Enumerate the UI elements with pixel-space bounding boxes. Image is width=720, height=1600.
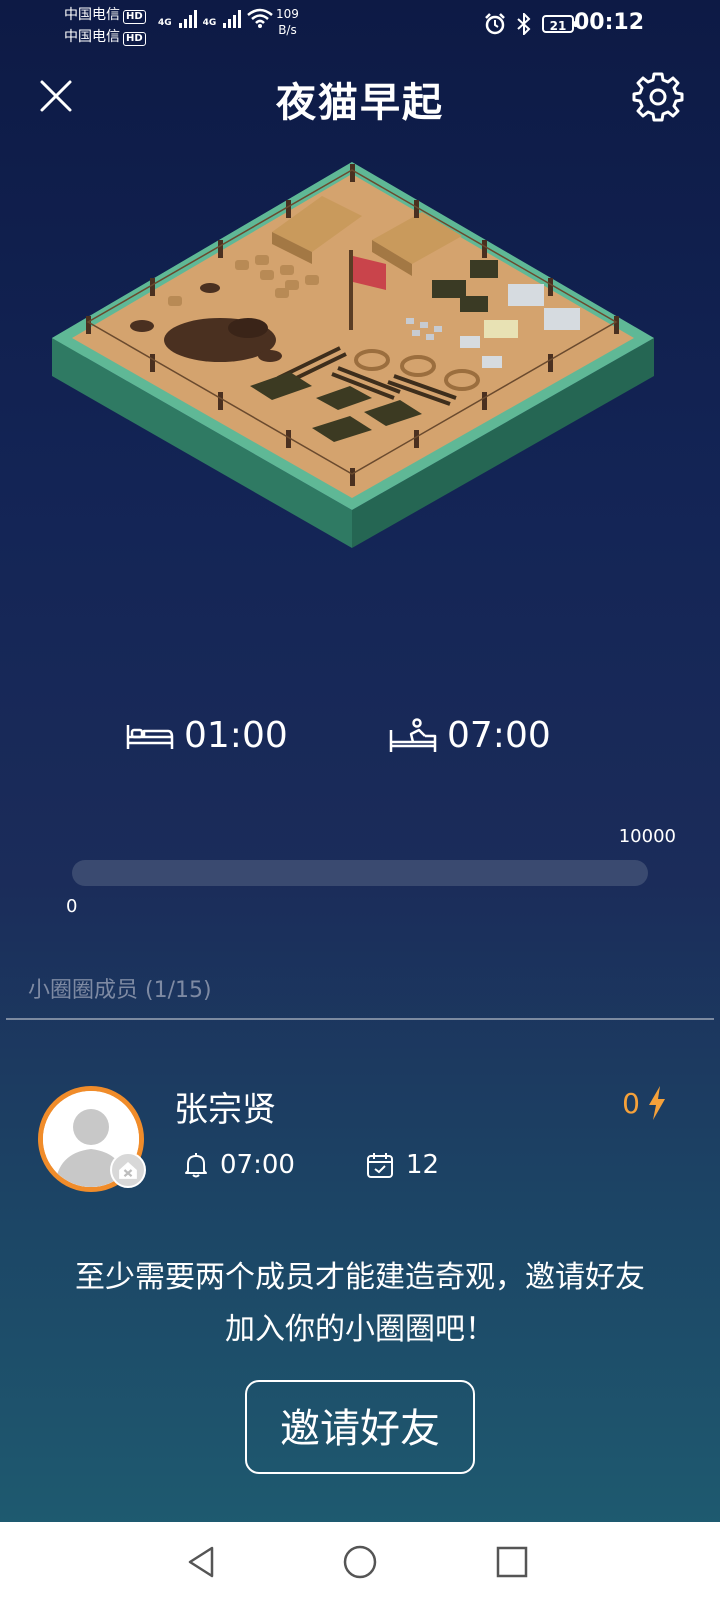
bedtime: 01:00 bbox=[126, 715, 288, 756]
signal-icon bbox=[223, 10, 242, 28]
home-circle-icon[interactable] bbox=[338, 1540, 382, 1584]
recent-apps-square-icon[interactable] bbox=[490, 1540, 534, 1584]
construction-site-illustration bbox=[52, 162, 654, 548]
member-energy: 0 bbox=[622, 1086, 666, 1120]
bluetooth-icon bbox=[517, 13, 531, 35]
bell-icon bbox=[185, 1153, 207, 1178]
hd-badge: HD bbox=[123, 32, 146, 46]
signal-icon bbox=[178, 10, 197, 28]
wifi-icon bbox=[247, 8, 274, 28]
member-alarm: 07:00 bbox=[184, 1150, 295, 1180]
sleep-schedule: 01:00 07:00 bbox=[0, 715, 720, 765]
members-heading: 小圈圈成员 (1/15) bbox=[28, 978, 212, 1003]
invite-message-line-1: 至少需要两个成员才能建造奇观，邀请好友 bbox=[75, 1260, 645, 1295]
member-checkin-days: 12 bbox=[366, 1150, 439, 1180]
invite-message: 至少需要两个成员才能建造奇观，邀请好友 加入你的小圈圈吧！ bbox=[36, 1252, 684, 1356]
gear-icon[interactable] bbox=[632, 70, 684, 122]
member-name: 张宗贤 bbox=[174, 1090, 276, 1130]
carrier-info: 中国电信 HD 中国电信 HD bbox=[64, 4, 146, 48]
network-speed-unit: B/s bbox=[278, 23, 297, 37]
lightning-icon bbox=[649, 1086, 665, 1120]
invite-friends-button[interactable]: 邀请好友 bbox=[245, 1380, 475, 1474]
wake-time: 07:00 bbox=[389, 715, 551, 756]
bed-icon bbox=[126, 724, 174, 749]
divider bbox=[6, 1018, 714, 1020]
carrier-name-1: 中国电信 bbox=[64, 7, 120, 23]
system-nav-bar bbox=[0, 1522, 720, 1600]
owner-house-icon bbox=[110, 1152, 146, 1188]
member-energy-value: 0 bbox=[622, 1086, 640, 1120]
carrier-name-2: 中国电信 bbox=[64, 29, 120, 45]
alarm-icon bbox=[485, 13, 505, 35]
network-type-label: 4G bbox=[158, 18, 172, 28]
back-triangle-icon[interactable] bbox=[180, 1540, 224, 1584]
signal-indicators: 4G 4G bbox=[158, 8, 274, 28]
battery-icon: 21 bbox=[542, 15, 577, 33]
status-clock: 00:12 bbox=[573, 10, 644, 35]
member-card[interactable]: 张宗贤 0 07:00 12 bbox=[0, 1060, 720, 1220]
invite-message-line-2: 加入你的小圈圈吧！ bbox=[225, 1312, 495, 1347]
bedtime-value: 01:00 bbox=[184, 715, 288, 756]
member-days-value: 12 bbox=[406, 1150, 440, 1180]
wake-up-icon bbox=[389, 717, 437, 752]
status-icons: 21 bbox=[484, 13, 577, 35]
wake-time-value: 07:00 bbox=[447, 715, 551, 756]
network-speed-value: 109 bbox=[276, 7, 299, 21]
calendar-check-icon bbox=[367, 1153, 393, 1178]
network-type-label: 4G bbox=[202, 18, 217, 28]
hd-badge: HD bbox=[123, 10, 146, 24]
status-bar: 中国电信 HD 中国电信 HD 4G 4G 109 B/s 21 00:12 bbox=[0, 0, 720, 50]
progress-bar bbox=[72, 860, 648, 886]
page-title: 夜猫早起 bbox=[276, 80, 444, 126]
member-alarm-time: 07:00 bbox=[220, 1150, 295, 1180]
progress-max-label: 10000 bbox=[618, 826, 676, 847]
progress-min-label: 0 bbox=[66, 896, 78, 917]
network-speed: 109 B/s bbox=[276, 6, 299, 38]
